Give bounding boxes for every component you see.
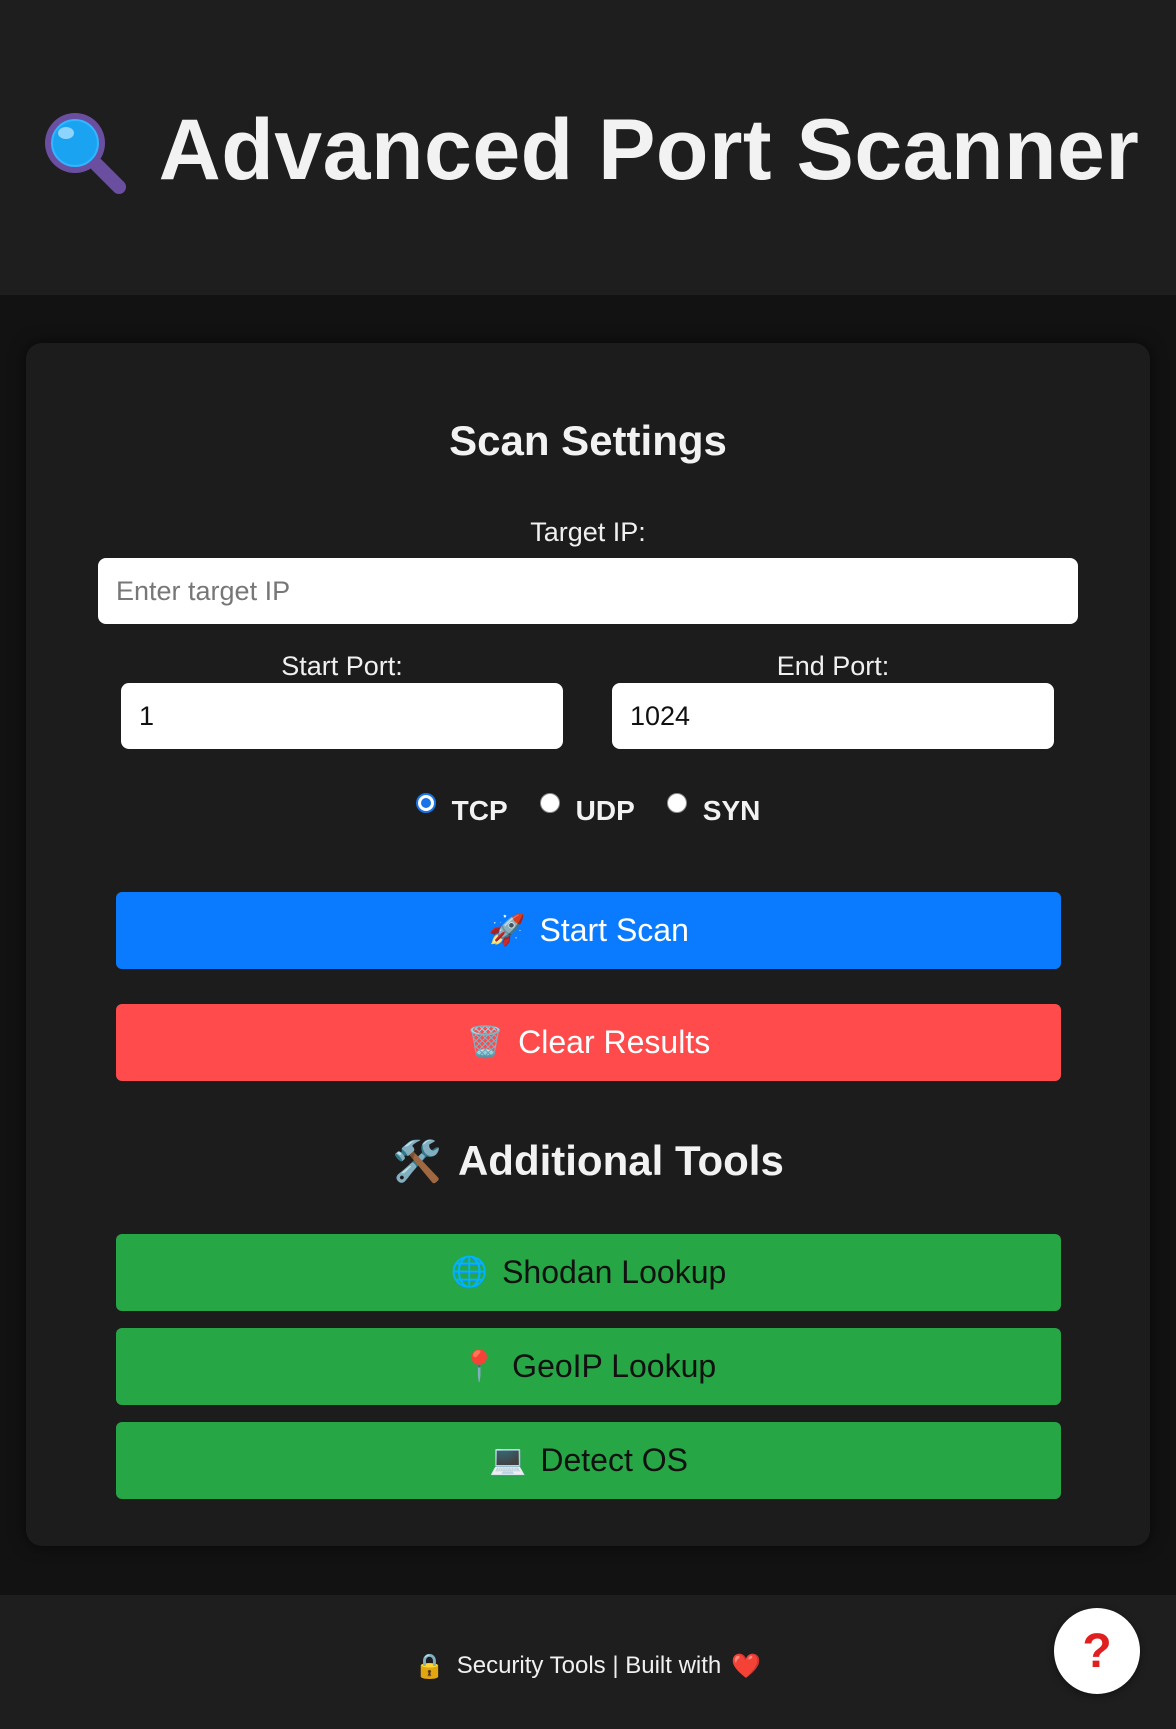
header-inner: Advanced Port Scanner	[37, 101, 1140, 200]
radio-tcp-label: TCP	[451, 795, 508, 826]
footer-text: 🔒 Security Tools | Built with ❤️	[415, 1652, 761, 1681]
shodan-lookup-button[interactable]: 🌐 Shodan Lookup	[116, 1234, 1061, 1311]
trash-icon: 🗑️	[466, 1026, 505, 1059]
target-ip-label: Target IP:	[530, 517, 646, 547]
heart-icon: ❤️	[731, 1652, 762, 1680]
end-port-input[interactable]	[612, 683, 1054, 749]
magnifying-glass-icon	[44, 112, 126, 194]
page-header: Advanced Port Scanner	[0, 0, 1176, 295]
detect-os-label: Detect OS	[540, 1442, 688, 1478]
radio-udp-label: UDP	[575, 795, 635, 826]
geoip-lookup-label: GeoIP Lookup	[512, 1348, 717, 1384]
detect-os-button[interactable]: 💻 Detect OS	[116, 1422, 1061, 1499]
additional-tools-label: Additional Tools	[457, 1137, 784, 1184]
start-scan-button[interactable]: 🚀 Start Scan	[116, 892, 1061, 969]
rocket-icon: 🚀	[488, 914, 526, 947]
start-port-input[interactable]	[121, 683, 563, 749]
start-port-label: Start Port:	[281, 651, 403, 681]
protocol-option-syn[interactable]: SYN	[666, 793, 761, 827]
tools-icon: 🛠️	[392, 1139, 442, 1184]
protocol-option-tcp[interactable]: TCP	[415, 793, 508, 827]
clear-results-button[interactable]: 🗑️ Clear Results	[116, 1004, 1061, 1081]
page-title: Advanced Port Scanner	[158, 102, 1140, 198]
scan-settings-card: Scan Settings Target IP: Start Port: End…	[26, 343, 1150, 1546]
footer-label: Security Tools | Built with	[456, 1652, 722, 1679]
additional-tools-title: 🛠️ Additional Tools	[26, 1137, 1150, 1185]
geoip-lookup-button[interactable]: 📍 GeoIP Lookup	[116, 1328, 1061, 1405]
target-ip-input[interactable]	[98, 558, 1078, 624]
globe-icon: 🌐	[450, 1256, 489, 1289]
start-scan-label: Start Scan	[539, 912, 689, 948]
pin-icon: 📍	[460, 1350, 499, 1383]
protocol-option-udp[interactable]: UDP	[539, 793, 635, 827]
help-button[interactable]: ?	[1054, 1608, 1140, 1694]
protocol-radio-group: TCP UDP SYN	[26, 793, 1150, 827]
shodan-lookup-label: Shodan Lookup	[502, 1254, 727, 1290]
end-port-label: End Port:	[776, 651, 890, 681]
radio-tcp[interactable]	[415, 793, 436, 813]
laptop-icon: 💻	[489, 1444, 527, 1477]
clear-results-label: Clear Results	[518, 1024, 711, 1060]
lock-icon: 🔒	[414, 1652, 445, 1680]
radio-syn-label: SYN	[702, 795, 761, 826]
scan-settings-title: Scan Settings	[449, 417, 727, 464]
radio-udp[interactable]	[539, 793, 560, 813]
radio-syn[interactable]	[666, 793, 687, 813]
page-footer: 🔒 Security Tools | Built with ❤️	[0, 1595, 1176, 1729]
